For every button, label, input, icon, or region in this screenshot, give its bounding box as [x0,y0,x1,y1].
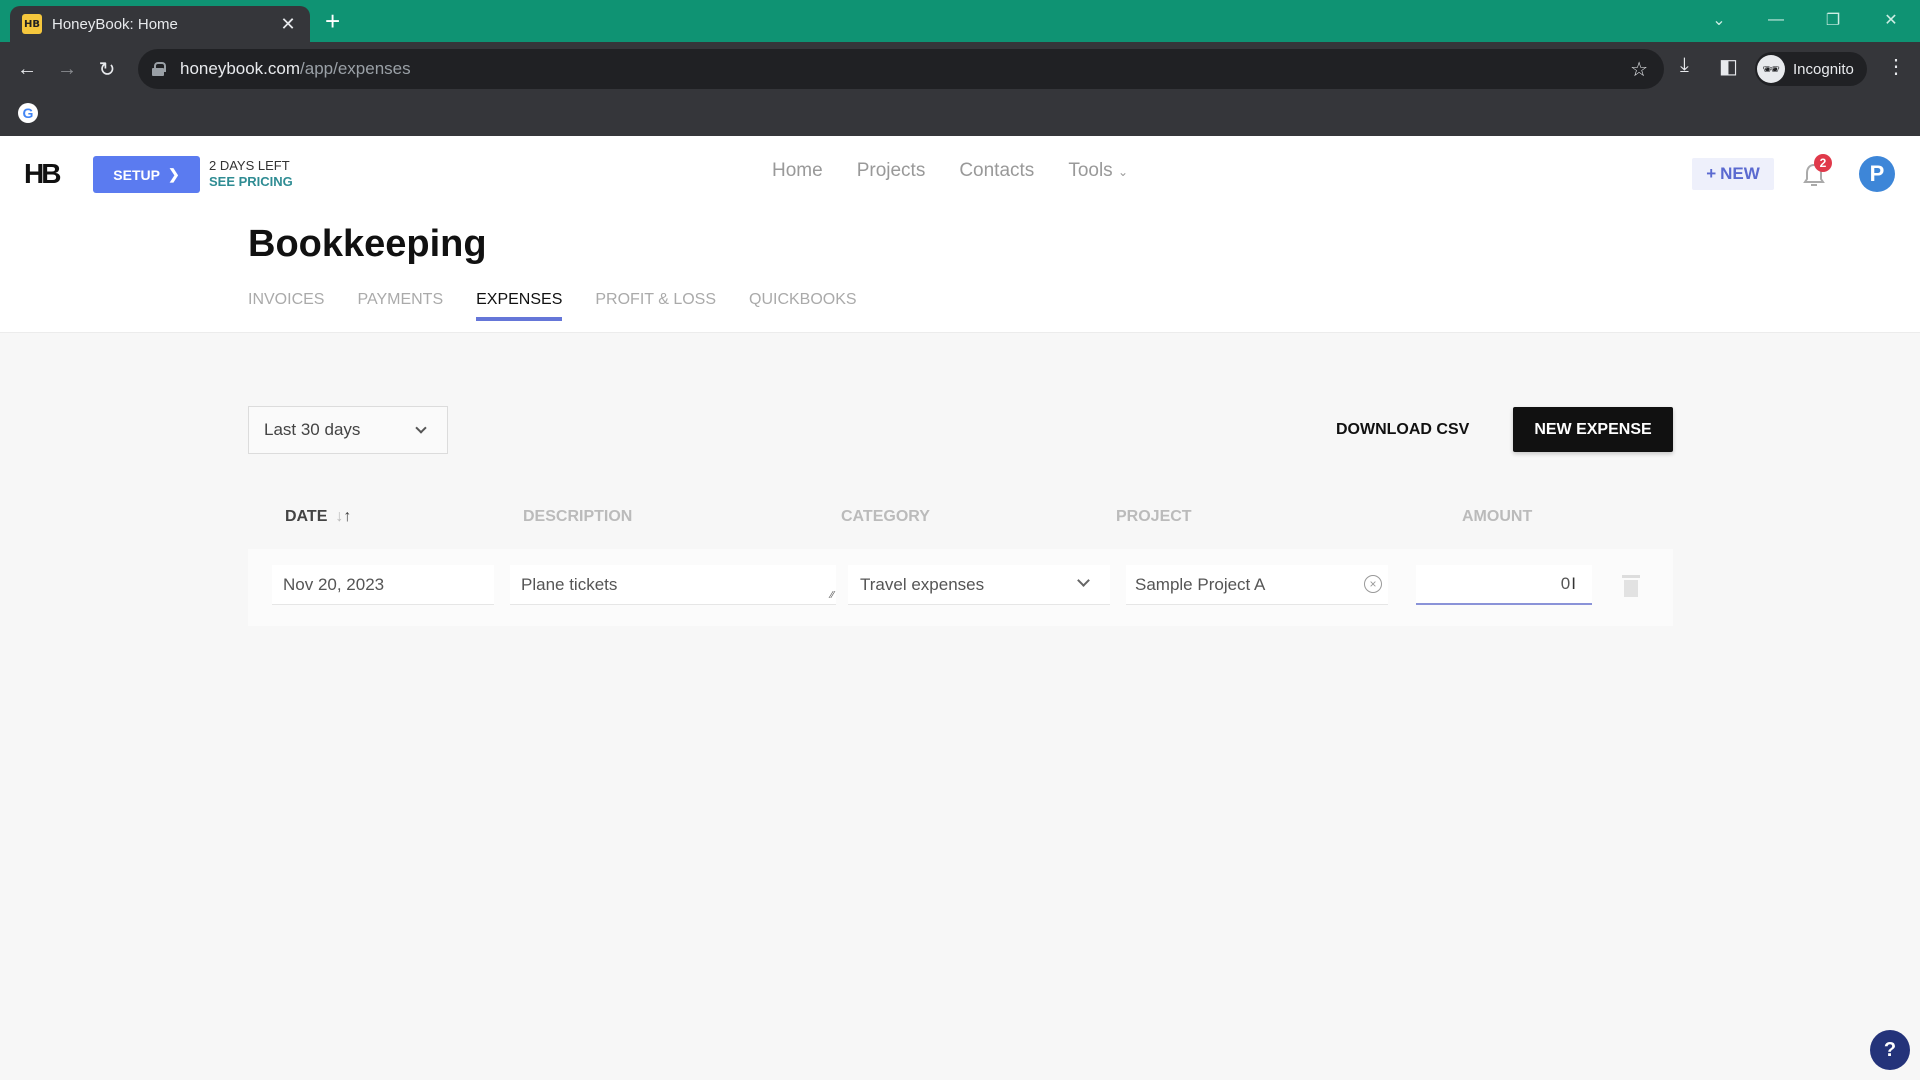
plus-icon: + [1706,164,1717,183]
setup-button[interactable]: SETUP ❯ [93,156,200,193]
project-field[interactable]: Sample Project A × [1126,565,1388,605]
download-icon[interactable]: ⤓ [1680,54,1689,77]
category-select[interactable]: Travel expenses [848,565,1110,605]
project-value: Sample Project A [1135,574,1266,594]
browser-menu-icon[interactable]: ⋮ [1886,54,1906,79]
trial-days-left: 2 DAYS LEFT [209,158,290,173]
chevron-right-icon: ❯ [167,166,180,182]
amount-input[interactable]: 0 I [1416,565,1592,605]
date-value: Nov 20, 2023 [283,574,385,594]
resize-handle-icon[interactable]: ⁄⁄ [831,590,834,601]
nav-tools-label: Tools [1068,160,1113,181]
sort-icon[interactable]: ↓↑ [335,508,351,526]
restore-button[interactable]: ❐ [1810,0,1856,40]
date-range-select[interactable]: Last 30 days [248,406,448,454]
new-label: NEW [1720,164,1760,183]
column-header-category: CATEGORY [841,508,930,525]
side-panel-icon[interactable]: ◧ [1719,54,1738,79]
browser-tab[interactable]: HB HoneyBook: Home ✕ [10,6,310,42]
tab-search-icon[interactable]: ⌄ [1696,0,1742,40]
tab-invoices[interactable]: INVOICES [248,291,324,321]
tab-quickbooks[interactable]: QUICKBOOKS [749,291,857,321]
browser-tabstrip: HB HoneyBook: Home ✕ + ⌄ — ❐ ✕ [0,0,1920,42]
setup-label: SETUP [113,166,160,183]
date-range-value: Last 30 days [264,420,361,439]
category-value: Travel expenses [860,574,985,594]
chevron-down-icon [415,422,427,434]
download-csv-button[interactable]: DOWNLOAD CSV [1336,421,1469,439]
app-header: HB SETUP ❯ 2 DAYS LEFT SEE PRICING Home … [0,136,1920,211]
close-window-button[interactable]: ✕ [1868,0,1914,40]
new-expense-button[interactable]: NEW EXPENSE [1513,407,1673,452]
clear-project-icon[interactable]: × [1364,575,1382,593]
trial-info: 2 DAYS LEFT SEE PRICING [209,158,293,190]
nav-home[interactable]: Home [772,160,823,182]
bookkeeping-tabs: INVOICES PAYMENTS EXPENSES PROFIT & LOSS… [248,291,857,321]
date-field[interactable]: Nov 20, 2023 [272,565,494,605]
user-avatar[interactable]: P [1859,156,1895,192]
page-title: Bookkeeping [248,223,487,265]
description-field[interactable]: Plane tickets ⁄⁄ [510,565,836,605]
description-value: Plane tickets [521,574,618,594]
tab-title: HoneyBook: Home [52,15,178,33]
honeybook-logo[interactable]: HB [24,158,61,190]
url-path: /app/expenses [300,59,411,78]
table-row: Nov 20, 2023 Plane tickets ⁄⁄ Travel exp… [248,549,1673,626]
honeybook-favicon-icon: HB [22,14,42,34]
amount-value: 0 [1560,574,1571,593]
column-date-label: DATE [285,508,328,525]
reload-icon[interactable]: ↻ [92,54,122,84]
see-pricing-link[interactable]: SEE PRICING [209,174,293,190]
tab-expenses[interactable]: EXPENSES [476,291,563,321]
bookmark-star-icon[interactable]: ☆ [1630,57,1648,82]
url-host: honeybook.com [180,59,301,78]
delete-row-icon[interactable] [1622,575,1640,597]
lock-icon [152,62,166,76]
tab-profit-loss[interactable]: PROFIT & LOSS [595,291,716,321]
google-bookmark-icon[interactable]: G [18,103,38,123]
chevron-down-icon [1077,574,1090,587]
column-header-description: DESCRIPTION [523,508,633,525]
text-cursor-icon: I [1571,574,1576,593]
incognito-profile[interactable]: 🕶 Incognito [1755,52,1867,86]
browser-toolbar: ← → ↻ honeybook.com/app/expenses ☆ ⤓ ◧ 🕶… [0,42,1920,136]
notification-badge: 2 [1814,154,1832,172]
column-header-project: PROJECT [1116,508,1192,525]
nav-projects[interactable]: Projects [857,160,926,182]
tab-payments[interactable]: PAYMENTS [357,291,443,321]
chevron-down-icon: ⌄ [1117,165,1129,179]
nav-contacts[interactable]: Contacts [959,160,1034,182]
incognito-label: Incognito [1793,60,1854,78]
column-header-date[interactable]: DATE ↓↑ [285,508,351,526]
close-tab-icon[interactable]: ✕ [278,14,298,35]
help-button[interactable]: ? [1870,1030,1910,1070]
new-tab-button[interactable]: + [325,6,340,36]
address-bar[interactable]: honeybook.com/app/expenses ☆ [138,49,1664,89]
column-header-amount: AMOUNT [1462,508,1533,525]
main-nav: Home Projects Contacts Tools ⌄ [772,160,1128,182]
new-button[interactable]: + NEW [1692,158,1774,190]
back-icon[interactable]: ← [12,54,42,84]
nav-tools[interactable]: Tools ⌄ [1068,160,1128,182]
minimize-button[interactable]: — [1753,0,1799,40]
page-header: Bookkeeping INVOICES PAYMENTS EXPENSES P… [0,211,1920,333]
incognito-icon: 🕶 [1757,55,1785,83]
forward-icon[interactable]: → [52,54,82,84]
